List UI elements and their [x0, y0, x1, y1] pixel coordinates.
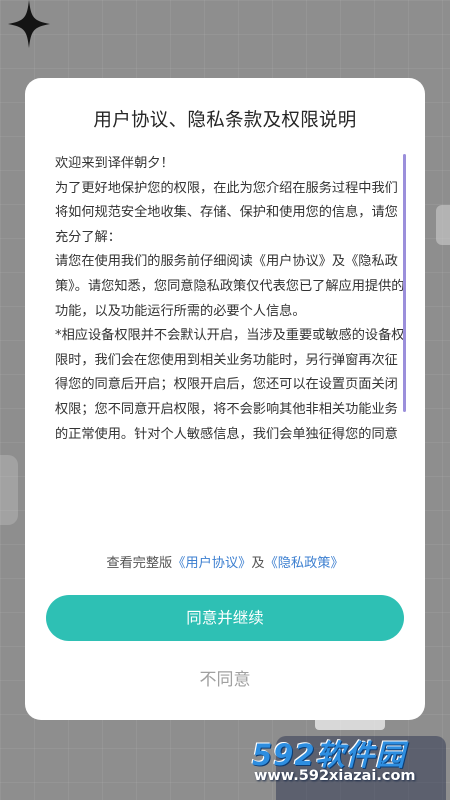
agree-continue-button[interactable]: 同意并继续 [46, 595, 404, 641]
watermark-url: www.592xiazai.com [254, 768, 416, 784]
intro-paragraph: 为了更好地保护您的权限，在此为您介绍在服务过程中我们将如何规范安全地收集、存储、… [55, 180, 398, 245]
scrollbar-thumb[interactable] [403, 154, 406, 412]
permissions-paragraph: *相应设备权限并不会默认开启，当涉及重要或敏感的设备权限时，我们会在您使用到相关… [55, 328, 405, 442]
footer-conjunction: 及 [251, 556, 265, 571]
background-decoration [0, 455, 18, 525]
read-agreement-paragraph: 请您在使用我们的服务前仔细阅读《用户协议》及《隐私政策》。请您知悉，您同意隐私政… [55, 254, 405, 319]
privacy-policy-link[interactable]: 《隐私政策》 [265, 556, 344, 571]
sparkle-icon [8, 0, 50, 48]
privacy-dialog: 用户协议、隐私条款及权限说明 欢迎来到译伴朝夕！ 为了更好地保护您的权限，在此为… [25, 78, 425, 720]
dialog-title: 用户协议、隐私条款及权限说明 [93, 110, 357, 131]
user-agreement-link[interactable]: 《用户协议》 [172, 556, 251, 571]
agreement-text-scroll[interactable]: 欢迎来到译伴朝夕！ 为了更好地保护您的权限，在此为您介绍在服务过程中我们将如何规… [55, 152, 405, 532]
disagree-button[interactable]: 不同意 [175, 662, 275, 698]
background-decoration [436, 205, 450, 245]
site-watermark: 592软件园 www.592xiazai.com [248, 728, 448, 796]
full-version-links: 查看完整版《用户协议》及《隐私政策》 [25, 552, 425, 571]
welcome-paragraph: 欢迎来到译伴朝夕！ [55, 156, 174, 171]
footer-prefix: 查看完整版 [106, 556, 173, 571]
